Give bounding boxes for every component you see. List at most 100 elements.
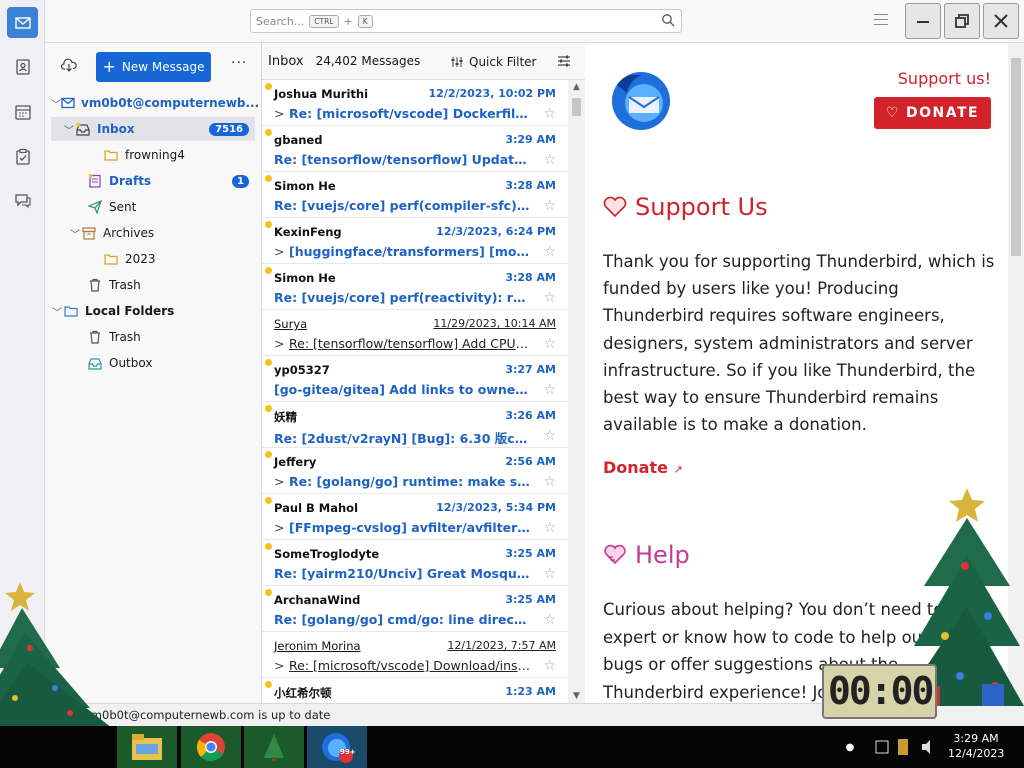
folder-sent[interactable]: Sent xyxy=(51,195,255,219)
system-tray-icons[interactable] xyxy=(870,726,940,768)
star-icon[interactable]: ☆ xyxy=(543,244,556,260)
message-row[interactable]: yp05327 3:27 AM [go-gitea/gitea] Add links… xyxy=(262,356,568,402)
message-row[interactable]: Simon He 3:28 AM Re: [vuejs/core] perf(com… xyxy=(262,172,568,218)
unread-count-badge: 7516 xyxy=(209,122,249,136)
chevron-down-icon: ﹀ xyxy=(51,99,61,111)
scroll-down-arrow-icon[interactable]: ▼ xyxy=(568,691,585,701)
more-options-button[interactable]: ··· xyxy=(231,55,247,71)
list-display-options-icon[interactable] xyxy=(557,54,571,68)
local-folders-row[interactable]: ﹀ Local Folders xyxy=(51,299,255,323)
message-list-scrollbar[interactable]: ▲ ▼ xyxy=(568,80,585,703)
star-icon[interactable]: ☆ xyxy=(543,382,556,398)
message-subject-text: Re: [microsoft/vscode] Dockerfile CO... xyxy=(289,106,532,121)
taskbar-date: 12/4/2023 xyxy=(948,747,1005,760)
thread-twisty-icon[interactable]: > xyxy=(274,336,289,351)
folder-frowning4[interactable]: frowning4 xyxy=(51,143,255,167)
christmas-tree-icon xyxy=(264,734,284,761)
message-row[interactable]: Paul B Mahol 12/3/2023, 5:34 PM > [FFmpeg-… xyxy=(262,494,568,540)
star-icon[interactable]: ☆ xyxy=(543,658,556,674)
star-icon[interactable]: ☆ xyxy=(543,106,556,122)
close-button[interactable] xyxy=(983,3,1019,39)
minimize-button[interactable] xyxy=(905,3,941,39)
star-icon[interactable]: ☆ xyxy=(543,474,556,490)
trash-icon xyxy=(87,329,103,345)
scrollbar-thumb[interactable] xyxy=(1011,58,1021,256)
show-hidden-icons-dot[interactable]: ● xyxy=(843,726,857,768)
taskbar: 99+ ● 3:29 AM 12/4/2023 xyxy=(0,726,1024,768)
thread-twisty-icon[interactable]: > xyxy=(274,520,289,535)
message-subject: Re: [vuejs/core] perf(reactivity): refac… xyxy=(274,290,532,305)
thread-twisty-icon[interactable]: > xyxy=(274,474,289,489)
donate-button[interactable]: ♡ DONATE xyxy=(874,97,991,129)
address-book-button[interactable] xyxy=(7,51,38,82)
folder-local-trash[interactable]: Trash xyxy=(51,325,255,349)
star-icon[interactable]: ☆ xyxy=(543,336,556,352)
message-subject-text: Re: [golang/go] runtime: make scan ... xyxy=(289,474,532,489)
message-row[interactable]: Joshua Murithi 12/2/2023, 10:02 PM > Re: [… xyxy=(262,80,568,126)
message-row[interactable]: 小红希尔顿1:23 AM☆ xyxy=(262,678,568,703)
new-message-button[interactable]: + New Message xyxy=(96,52,211,82)
thread-twisty-icon[interactable]: > xyxy=(274,244,289,259)
scroll-up-arrow-icon[interactable]: ▲ xyxy=(568,82,585,92)
message-row[interactable]: 妖精 3:26 AM Re: [2dust/v2rayN] [Bug]: 6.30 … xyxy=(262,402,568,448)
message-date: 12/2/2023, 10:02 PM xyxy=(428,87,556,100)
message-row[interactable]: gbaned 3:29 AM Re: [tensorflow/tensorflow]… xyxy=(262,126,568,172)
account-row[interactable]: ﹀ vm0b0t@computernewb... xyxy=(51,91,259,115)
message-row[interactable]: SomeTroglodyte 3:25 AM Re: [yairm210/Unciv… xyxy=(262,540,568,586)
folder-label: Trash xyxy=(109,278,141,292)
folder-label: 2023 xyxy=(125,252,156,266)
message-row[interactable]: KexinFeng 12/3/2023, 6:24 PM > [huggingfac… xyxy=(262,218,568,264)
folder-trash[interactable]: Trash xyxy=(51,273,255,297)
message-sender: Simon He xyxy=(274,271,336,285)
message-date: 12/3/2023, 5:34 PM xyxy=(436,501,556,514)
message-row[interactable]: Jeffery 2:56 AM > Re: [golang/go] runtime:… xyxy=(262,448,568,494)
shortcut-key-ctrl: CTRL xyxy=(309,14,339,28)
message-subject-text: [go-gitea/gitea] Add links to owner ho..… xyxy=(274,382,532,397)
folder-inbox[interactable]: ﹀ Inbox 7516 xyxy=(51,117,255,141)
message-date: 12/3/2023, 6:24 PM xyxy=(436,225,556,238)
get-messages-icon[interactable] xyxy=(61,58,77,72)
message-row[interactable]: Jeronim Morina 12/1/2023, 7:57 AM > Re: [m… xyxy=(262,632,568,678)
donate-link[interactable]: Donate ↗ xyxy=(603,458,683,477)
search-input[interactable]: Search... CTRL + K xyxy=(250,9,682,33)
christmas-tree-left-decoration xyxy=(0,582,112,728)
quick-filter-button[interactable]: Quick Filter xyxy=(450,55,536,69)
mail-space-button[interactable] xyxy=(7,7,38,38)
app-menu-icon[interactable] xyxy=(874,14,888,29)
folder-label: Local Folders xyxy=(85,304,175,318)
star-icon[interactable]: ☆ xyxy=(543,152,556,168)
taskbar-christmas-app[interactable] xyxy=(244,726,304,768)
star-icon[interactable]: ☆ xyxy=(543,290,556,306)
message-row[interactable]: Surya 11/29/2023, 10:14 AM > Re: [tensorfl… xyxy=(262,310,568,356)
chat-button[interactable] xyxy=(7,185,38,216)
folder-outbox[interactable]: Outbox xyxy=(51,351,255,375)
message-row[interactable]: Simon He 3:28 AM Re: [vuejs/core] perf(rea… xyxy=(262,264,568,310)
help-heading: Help xyxy=(603,541,690,569)
taskbar-clock[interactable]: 3:29 AM 12/4/2023 xyxy=(948,731,1004,761)
folder-label: Trash xyxy=(109,330,141,344)
message-row[interactable]: ArchanaWind 3:25 AM Re: [golang/go] cmd/go… xyxy=(262,586,568,632)
tasks-button[interactable] xyxy=(7,141,38,172)
restore-button[interactable] xyxy=(944,3,980,39)
thread-twisty-icon[interactable]: > xyxy=(274,106,289,121)
star-icon[interactable]: ☆ xyxy=(543,520,556,536)
star-icon[interactable]: ☆ xyxy=(543,198,556,214)
folder-drafts[interactable]: Drafts 1 xyxy=(51,169,255,193)
message-subject: Re: [tensorflow/tensorflow] Update Sig..… xyxy=(274,152,532,167)
folder-2023[interactable]: 2023 xyxy=(51,247,255,271)
taskbar-chrome[interactable] xyxy=(181,726,241,768)
taskbar-time: 3:29 AM xyxy=(953,732,999,745)
taskbar-thunderbird[interactable]: 99+ xyxy=(307,726,367,768)
star-icon[interactable]: ☆ xyxy=(543,428,556,444)
support-us-link[interactable]: Support us! xyxy=(898,69,991,88)
unread-dot-icon xyxy=(265,543,272,550)
scrollbar-thumb[interactable] xyxy=(572,98,581,116)
star-icon[interactable]: ☆ xyxy=(543,566,556,582)
folder-archives[interactable]: ﹀ Archives xyxy=(51,221,255,245)
calendar-button[interactable] xyxy=(7,96,38,127)
star-icon[interactable]: ☆ xyxy=(543,612,556,628)
chat-icon xyxy=(14,193,31,208)
message-subject: Re: [2dust/v2rayN] [Bug]: 6.30 版core类... xyxy=(274,428,532,447)
thread-twisty-icon[interactable]: > xyxy=(274,658,289,673)
taskbar-file-explorer[interactable] xyxy=(117,726,177,768)
